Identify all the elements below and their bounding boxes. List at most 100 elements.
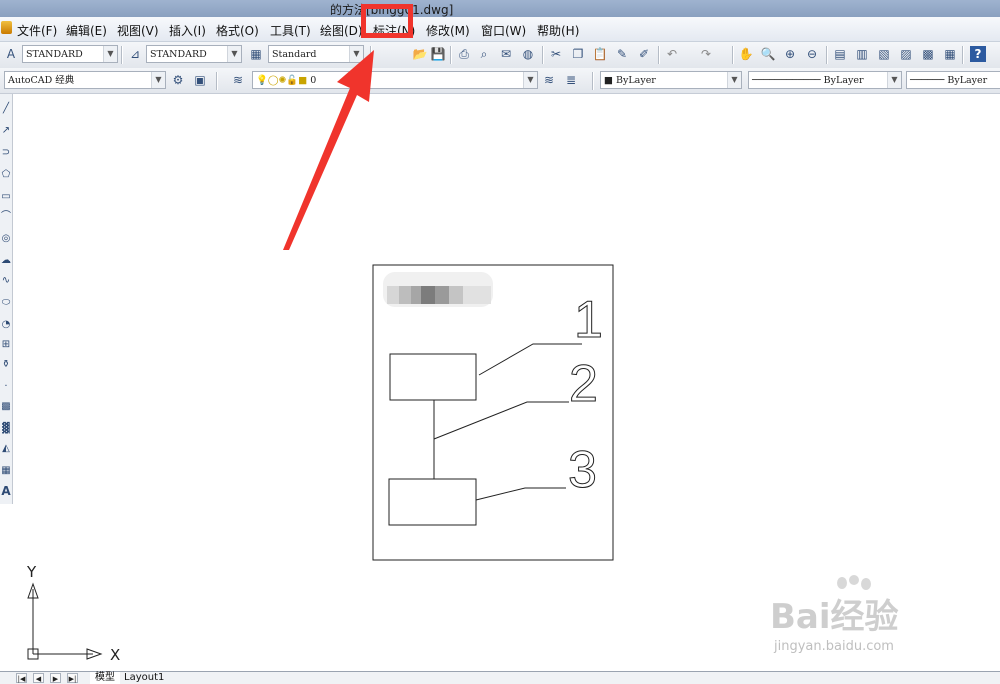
tab-model[interactable]: 模型: [90, 672, 120, 684]
linetype-sample: ────────────: [752, 75, 824, 86]
chevron-down-icon[interactable]: ▼: [151, 72, 165, 88]
workspace-settings-icon[interactable]: ⚙: [170, 72, 186, 88]
gradient-icon[interactable]: ▓: [0, 422, 12, 436]
chevron-down-icon[interactable]: ▼: [887, 72, 901, 88]
properties-icon[interactable]: ▤: [832, 46, 848, 62]
print-icon[interactable]: ⎙: [456, 46, 472, 62]
title-bar: 的方法[blngg01.dwg]: [0, 0, 1000, 17]
menu-draw[interactable]: 绘图(D): [320, 22, 363, 39]
cut-icon[interactable]: ✂: [548, 46, 564, 62]
make-layer-current-icon[interactable]: ≋: [541, 72, 557, 88]
callout-number-3[interactable]: 3: [568, 441, 598, 500]
zoom-previous-icon[interactable]: ⊖: [804, 46, 820, 62]
polygon-icon[interactable]: ⬠: [0, 168, 12, 182]
menu-view[interactable]: 视图(V): [117, 22, 159, 39]
copy-icon[interactable]: ❐: [570, 46, 586, 62]
lineweight-sample: ──────: [910, 75, 948, 86]
menu-edit[interactable]: 编辑(E): [66, 22, 107, 39]
toolbar-separator: [216, 72, 218, 90]
table-icon[interactable]: ▦: [0, 464, 12, 478]
color-select[interactable]: ■ ByLayer ▼: [600, 71, 742, 89]
make-block-icon[interactable]: ⚱: [0, 358, 12, 372]
previous-tab-button[interactable]: ◀: [33, 673, 44, 683]
multiline-text-icon[interactable]: A: [0, 484, 12, 498]
save-icon[interactable]: 💾: [430, 46, 446, 62]
component-box-top[interactable]: [389, 353, 477, 401]
lineweight-select[interactable]: ────── ByLayer: [906, 71, 1000, 89]
arc-icon[interactable]: ⌒: [0, 210, 12, 224]
block-editor-icon[interactable]: ✐: [636, 46, 652, 62]
layer-value: 0: [310, 75, 317, 86]
tool-palettes-icon[interactable]: ▧: [876, 46, 892, 62]
first-tab-button[interactable]: |◀: [16, 673, 27, 683]
menu-file[interactable]: 文件(F): [17, 22, 57, 39]
ellipse-icon[interactable]: ⬭: [0, 296, 12, 310]
color-swatch: ■: [604, 75, 616, 86]
menu-tools[interactable]: 工具(T): [270, 22, 311, 39]
leader-3[interactable]: [475, 487, 566, 501]
undo-icon[interactable]: ↶: [664, 46, 680, 62]
point-icon[interactable]: ·: [0, 380, 12, 394]
open-file-icon[interactable]: 📂: [412, 46, 428, 62]
markup-icon[interactable]: ▩: [920, 46, 936, 62]
circle-icon[interactable]: ◎: [0, 232, 12, 246]
calculator-icon[interactable]: ▦: [942, 46, 958, 62]
polyline-icon[interactable]: ⊃: [0, 146, 12, 160]
zoom-realtime-icon[interactable]: 🔍: [760, 46, 776, 62]
construction-line-icon[interactable]: ↗: [0, 124, 12, 138]
table-style-select[interactable]: Standard ▼: [268, 45, 364, 63]
menu-window[interactable]: 窗口(W): [481, 22, 526, 39]
callout-number-2[interactable]: 2: [569, 355, 599, 414]
dim-style-icon[interactable]: ⊿: [127, 46, 143, 62]
publish-icon[interactable]: ✉: [498, 46, 514, 62]
region-icon[interactable]: ◭: [0, 442, 12, 456]
leader-1[interactable]: [478, 343, 582, 376]
web-icon[interactable]: ◍: [520, 46, 536, 62]
app-icon[interactable]: [1, 21, 12, 34]
help-icon[interactable]: ?: [970, 46, 986, 62]
ucs-y-label: Y: [26, 563, 37, 581]
paste-icon[interactable]: 📋: [592, 46, 608, 62]
callout-number-1[interactable]: 1: [574, 291, 604, 350]
tab-layout1[interactable]: Layout1: [124, 672, 164, 684]
redo-icon[interactable]: ↷: [698, 46, 714, 62]
workspace-save-icon[interactable]: ▣: [192, 72, 208, 88]
table-style-icon[interactable]: ▦: [248, 46, 264, 62]
leader-2[interactable]: [433, 401, 569, 440]
dim-style-value: STANDARD: [150, 49, 207, 60]
last-tab-button[interactable]: ▶|: [67, 673, 78, 683]
menu-format[interactable]: 格式(O): [216, 22, 259, 39]
pan-icon[interactable]: ✋: [738, 46, 754, 62]
zoom-window-icon[interactable]: ⊕: [782, 46, 798, 62]
watermark: Bai经验 jingyan.baidu.com: [770, 575, 1000, 680]
workspace-select[interactable]: AutoCAD 经典 ▼: [4, 71, 166, 89]
text-style-icon[interactable]: A: [3, 46, 19, 62]
dim-style-select[interactable]: STANDARD ▼: [146, 45, 242, 63]
layer-manager-icon[interactable]: ≋: [230, 72, 246, 88]
match-properties-icon[interactable]: ✎: [614, 46, 630, 62]
chevron-down-icon[interactable]: ▼: [349, 46, 363, 62]
menu-insert[interactable]: 插入(I): [169, 22, 206, 39]
spline-icon[interactable]: ∿: [0, 274, 12, 288]
revision-cloud-icon[interactable]: ☁: [0, 254, 12, 268]
layer-previous-icon[interactable]: ≣: [563, 72, 579, 88]
chevron-down-icon[interactable]: ▼: [523, 72, 537, 88]
menu-help[interactable]: 帮助(H): [537, 22, 579, 39]
chevron-down-icon[interactable]: ▼: [103, 46, 117, 62]
design-center-icon[interactable]: ▥: [854, 46, 870, 62]
layer-select[interactable]: 💡◯✺🔓■ 0 ▼: [252, 71, 538, 89]
line-icon[interactable]: ╱: [0, 102, 12, 116]
rectangle-icon[interactable]: ▭: [0, 190, 12, 204]
insert-block-icon[interactable]: ⊞: [0, 338, 12, 352]
menu-modify[interactable]: 修改(M): [426, 22, 470, 39]
component-box-bottom[interactable]: [388, 478, 477, 526]
chevron-down-icon[interactable]: ▼: [727, 72, 741, 88]
sheet-set-icon[interactable]: ▨: [898, 46, 914, 62]
chevron-down-icon[interactable]: ▼: [227, 46, 241, 62]
ellipse-arc-icon[interactable]: ◔: [0, 318, 12, 332]
print-preview-icon[interactable]: ⌕: [476, 46, 492, 62]
next-tab-button[interactable]: ▶: [50, 673, 61, 683]
text-style-select[interactable]: STANDARD ▼: [22, 45, 118, 63]
hatch-icon[interactable]: ▩: [0, 400, 12, 414]
linetype-select[interactable]: ──────────── ByLayer ▼: [748, 71, 902, 89]
